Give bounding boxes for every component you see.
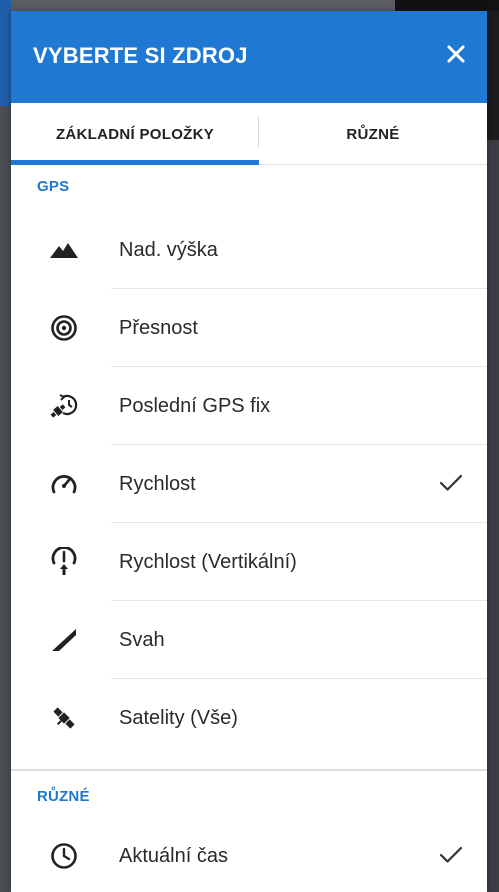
list-item-label: Nad. výška xyxy=(119,239,218,261)
section-header-gps: GPS xyxy=(37,178,70,195)
target-icon xyxy=(47,311,81,345)
list-item-label: Poslední GPS fix xyxy=(119,395,271,417)
checkmark-icon xyxy=(437,841,465,869)
list-item-slope[interactable]: Svah xyxy=(11,601,487,679)
dialog-title: VYBERTE SI ZDROJ xyxy=(33,43,248,68)
background-app-left xyxy=(0,0,11,892)
list-item-vertical-speed[interactable]: Rychlost (Vertikální) xyxy=(11,523,487,601)
close-button[interactable] xyxy=(439,39,473,73)
list-item-label: Rychlost xyxy=(119,473,196,495)
section-divider xyxy=(11,769,487,771)
list-item-label: Svah xyxy=(119,629,165,651)
tab-basic-items[interactable]: ZÁKLADNÍ POLOŽKY xyxy=(11,103,259,165)
list-item-last-gps-fix[interactable]: Poslední GPS fix xyxy=(11,367,487,445)
slope-icon xyxy=(47,623,81,657)
list-item-label: Přesnost xyxy=(119,317,198,339)
tab-bar: ZÁKLADNÍ POLOŽKY RŮZNÉ xyxy=(11,103,487,165)
list-item-accuracy[interactable]: Přesnost xyxy=(11,289,487,367)
mountain-icon xyxy=(47,233,81,267)
satellite-icon xyxy=(47,701,81,735)
list-item-current-time[interactable]: Aktuální čas xyxy=(11,817,487,892)
background-app-right xyxy=(487,0,499,892)
section-header-various: RŮZNÉ xyxy=(37,788,90,805)
dialog-header: VYBERTE SI ZDROJ xyxy=(11,11,487,103)
active-tab-indicator xyxy=(11,160,259,165)
close-icon xyxy=(446,44,466,69)
checkmark-icon xyxy=(437,469,465,497)
list-item-label: Satelity (Vše) xyxy=(119,707,238,729)
list-item-altitude[interactable]: Nad. výška xyxy=(11,211,487,289)
background-app-top xyxy=(395,0,499,11)
list-item-label: Aktuální čas xyxy=(119,845,228,867)
source-picker-dialog: VYBERTE SI ZDROJ ZÁKLADNÍ POLOŽKY RŮZNÉ … xyxy=(11,11,487,892)
list-item-speed[interactable]: Rychlost xyxy=(11,445,487,523)
list-item-label: Rychlost (Vertikální) xyxy=(119,551,297,573)
tab-various[interactable]: RŮZNÉ xyxy=(259,103,487,165)
satellite-clock-icon xyxy=(47,389,81,423)
speedometer-icon xyxy=(47,467,81,501)
vertical-speed-icon xyxy=(47,545,81,579)
clock-icon xyxy=(47,839,81,873)
list-item-satellites[interactable]: Satelity (Vše) xyxy=(11,679,487,757)
